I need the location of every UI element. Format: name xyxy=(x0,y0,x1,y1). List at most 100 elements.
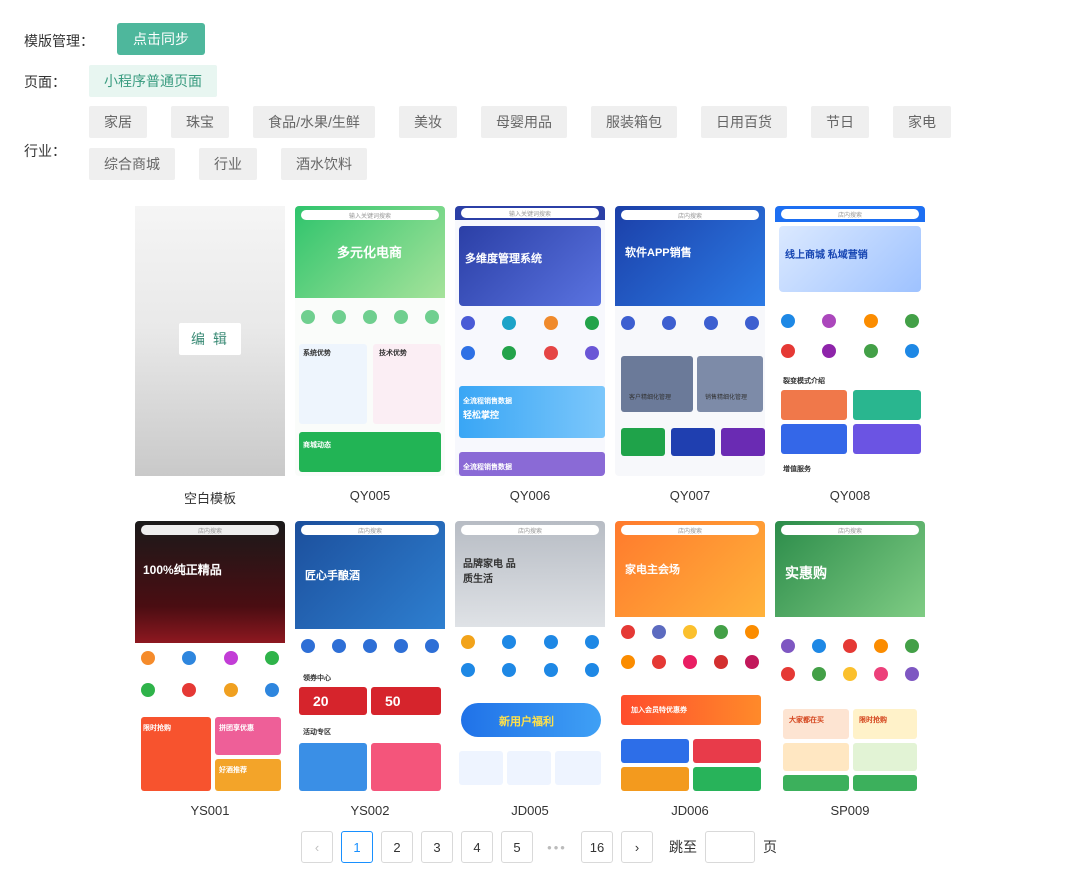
page-button-5[interactable]: 5 xyxy=(501,831,533,863)
section-label: 全流程销售数据 xyxy=(463,398,512,405)
banner xyxy=(459,226,601,306)
banner-title: 多维度管理系统 xyxy=(465,253,542,265)
template-thumbnail: 编 辑 xyxy=(135,206,285,476)
industry-chip[interactable]: 食品/水果/生鲜 xyxy=(253,106,375,138)
search-bar: 店内搜索 xyxy=(301,525,439,535)
template-thumbnail: 输入关键词搜索 多维度管理系统 全流程销售数据 轻松掌控 全流程销售数据 xyxy=(455,206,605,476)
section-label: 领券中心 xyxy=(303,675,331,682)
industry-chip[interactable]: 日用百货 xyxy=(701,106,787,138)
coupon xyxy=(371,687,441,715)
edit-button[interactable]: 编 辑 xyxy=(179,323,241,355)
icon-row xyxy=(461,663,599,677)
template-card[interactable]: 店内搜索 实惠购 大家都在买 限时抢购 SP009 xyxy=(775,521,925,818)
template-thumbnail: 店内搜索 软件APP销售 客户精细化管理 销售精细化管理 xyxy=(615,206,765,476)
template-card-blank[interactable]: 编 辑 空白模板 xyxy=(135,206,285,507)
section-label: 限时抢购 xyxy=(143,725,171,732)
template-thumbnail: 店内搜索 100%纯正精品 限时抢购 拼团享优惠 好酒推荐 xyxy=(135,521,285,791)
page-button-2[interactable]: 2 xyxy=(381,831,413,863)
template-name: QY005 xyxy=(349,488,391,503)
template-thumbnail: 店内搜索 实惠购 大家都在买 限时抢购 xyxy=(775,521,925,791)
icon-row xyxy=(781,639,919,653)
template-card[interactable]: 店内搜索 品牌家电 品质生活 新用户福利 JD005 xyxy=(455,521,605,818)
template-name: QY006 xyxy=(509,488,551,503)
icon-row xyxy=(301,310,439,324)
page-suffix: 页 xyxy=(763,839,777,855)
template-card[interactable]: 店内搜索 软件APP销售 客户精细化管理 销售精细化管理 QY007 xyxy=(615,206,765,503)
search-bar: 输入关键词搜索 xyxy=(461,208,599,218)
tile xyxy=(459,751,503,785)
icon-row xyxy=(461,346,599,360)
template-name: JD005 xyxy=(511,803,549,818)
icon-row xyxy=(301,639,439,653)
page-option-mini-program[interactable]: 小程序普通页面 xyxy=(89,65,217,97)
industry-chip[interactable]: 行业 xyxy=(199,148,257,180)
pagination-ellipsis[interactable]: ••• xyxy=(541,840,573,855)
search-bar: 输入关键词搜索 xyxy=(301,210,439,220)
industry-chip[interactable]: 珠宝 xyxy=(171,106,229,138)
tile xyxy=(693,739,761,763)
section-label: 技术优势 xyxy=(379,350,407,357)
template-card[interactable]: 输入关键词搜索 多元化电商 系统优势 技术优势 商城动态 QY005 xyxy=(295,206,445,503)
industry-chip[interactable]: 服装箱包 xyxy=(591,106,677,138)
tile xyxy=(555,751,601,785)
page-button-4[interactable]: 4 xyxy=(461,831,493,863)
template-card[interactable]: 输入关键词搜索 多维度管理系统 全流程销售数据 轻松掌控 全流程销售数据 QY0… xyxy=(455,206,605,503)
icon-row xyxy=(781,667,919,681)
prev-page-button[interactable]: ‹ xyxy=(301,831,333,863)
tile xyxy=(621,428,665,456)
industry-label: 行业： xyxy=(24,143,66,159)
section-label: 新用户福利 xyxy=(499,716,554,728)
coupon xyxy=(299,687,367,715)
page-button-last[interactable]: 16 xyxy=(581,831,613,863)
industry-chip[interactable]: 节日 xyxy=(811,106,869,138)
jump-page-input[interactable] xyxy=(705,831,755,863)
search-bar: 店内搜索 xyxy=(781,525,919,535)
sync-button[interactable]: 点击同步 xyxy=(117,23,205,55)
tile xyxy=(853,424,921,454)
banner-title: 匠心手酿酒 xyxy=(305,570,360,582)
search-placeholder: 输入关键词搜索 xyxy=(348,213,391,220)
industry-chip[interactable]: 美妆 xyxy=(399,106,457,138)
promo-tile xyxy=(215,759,281,791)
search-placeholder: 店内搜索 xyxy=(837,528,862,535)
template-mgmt-label: 模版管理： xyxy=(24,33,94,49)
industry-chip[interactable]: 家居 xyxy=(89,106,147,138)
tile xyxy=(853,390,921,420)
section-label: 全流程销售数据 xyxy=(463,464,512,471)
section-label: 加入会员特优惠券 xyxy=(631,707,687,714)
icon-row xyxy=(461,316,599,330)
section-label: 裂变模式介绍 xyxy=(783,378,825,385)
search-bar: 店内搜索 xyxy=(621,210,759,220)
template-card[interactable]: 店内搜索 线上商城 私域营销 裂变模式介绍 增值服务 QY008 xyxy=(775,206,925,503)
search-placeholder: 输入关键词搜索 xyxy=(508,211,551,218)
banner-title: 实惠购 xyxy=(785,565,827,581)
template-card[interactable]: 店内搜索 家电主会场 加入会员特优惠券 JD006 xyxy=(615,521,765,818)
jump-label: 跳至 xyxy=(669,839,697,855)
template-card[interactable]: 店内搜索 100%纯正精品 限时抢购 拼团享优惠 好酒推荐 YS001 xyxy=(135,521,285,818)
news-banner xyxy=(299,432,441,472)
template-name: YS002 xyxy=(350,803,390,818)
coupon xyxy=(853,775,917,791)
icon-row xyxy=(621,316,759,330)
icon-row xyxy=(781,344,919,358)
section-label: 好酒推荐 xyxy=(219,767,247,774)
tile xyxy=(621,767,689,791)
industry-chip[interactable]: 综合商城 xyxy=(89,148,175,180)
tile xyxy=(781,390,847,420)
activity-tile xyxy=(299,743,367,791)
search-placeholder: 店内搜索 xyxy=(837,212,862,219)
page-button-1[interactable]: 1 xyxy=(341,831,373,863)
template-thumbnail: 店内搜索 品牌家电 品质生活 新用户福利 xyxy=(455,521,605,791)
industry-chip[interactable]: 母婴用品 xyxy=(481,106,567,138)
industry-chip[interactable]: 家电 xyxy=(893,106,951,138)
template-name: YS001 xyxy=(190,803,230,818)
page-button-3[interactable]: 3 xyxy=(421,831,453,863)
section-label: 商城动态 xyxy=(303,442,331,449)
section-label: 限时抢购 xyxy=(859,717,887,724)
section-label: 轻松掌控 xyxy=(463,410,500,420)
page-label: 页面： xyxy=(24,74,66,90)
next-page-button[interactable]: › xyxy=(621,831,653,863)
industry-chip[interactable]: 酒水饮料 xyxy=(281,148,367,180)
tile xyxy=(721,428,765,456)
template-card[interactable]: 店内搜索 匠心手酿酒 领券中心 20 50 活动专区 YS002 xyxy=(295,521,445,818)
